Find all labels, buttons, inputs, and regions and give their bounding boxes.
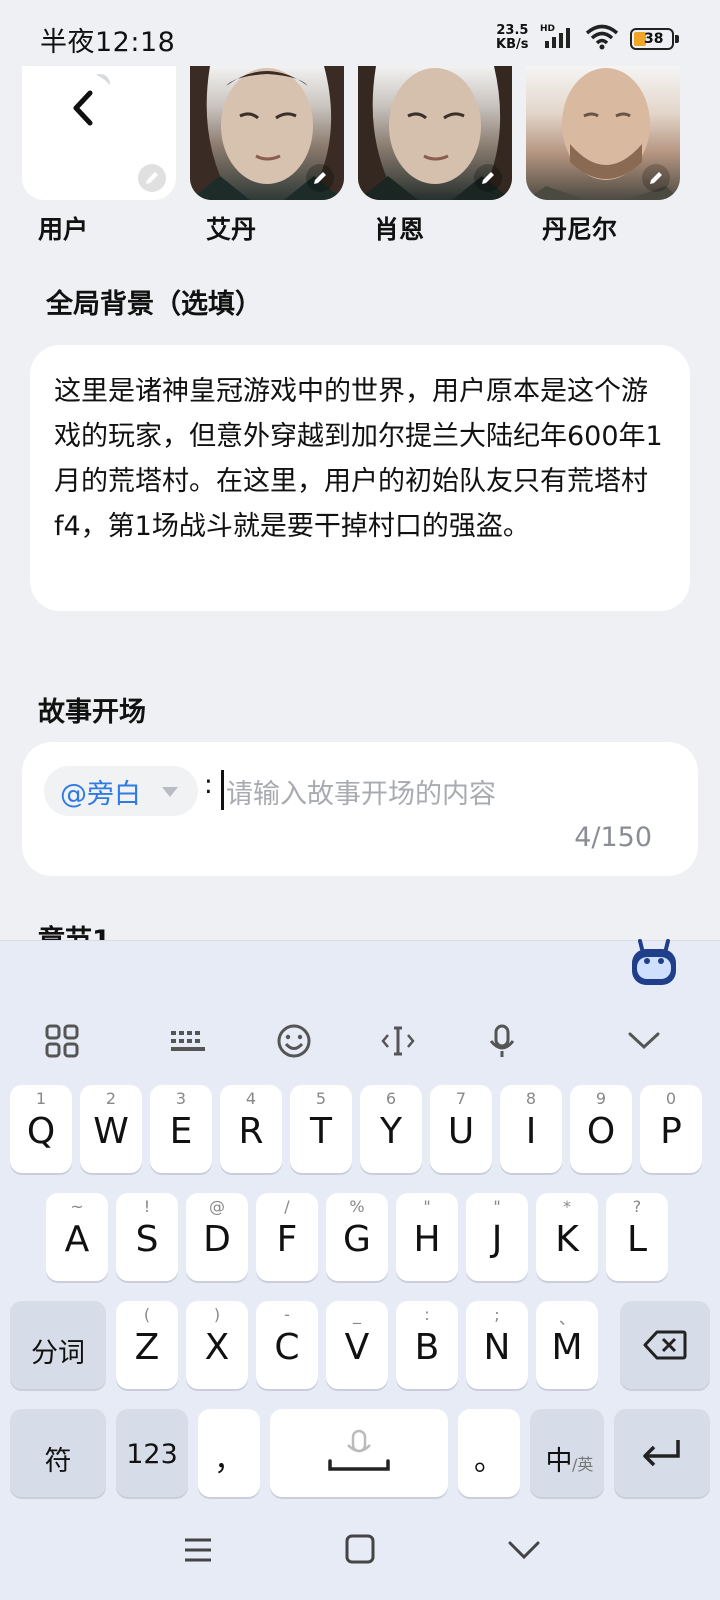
cursor-move-icon[interactable] — [370, 1013, 426, 1069]
edit-icon[interactable] — [138, 164, 166, 192]
battery-level: 38 — [644, 31, 664, 47]
character-name: 艾丹 — [206, 215, 257, 244]
key-q[interactable]: 1Q — [10, 1085, 72, 1173]
story-opening-input[interactable]: @旁白 : 请输入故事开场的内容 4/150 — [22, 742, 698, 876]
key-r[interactable]: 4R — [220, 1085, 282, 1173]
key-f[interactable]: / F — [256, 1193, 318, 1281]
key-h[interactable]: " H — [396, 1193, 458, 1281]
battery-icon: 38 — [630, 28, 679, 50]
key-c[interactable]: -C — [256, 1301, 318, 1389]
background-textarea[interactable]: 这里是诸神皇冠游戏中的世界，用户原本是这个游戏的玩家，但意外穿越到加尔提兰大陆纪… — [30, 345, 690, 611]
keyboard-toolbar — [0, 1001, 720, 1081]
key-w[interactable]: 2W — [80, 1085, 142, 1173]
signal-icon — [545, 28, 570, 48]
back-nav-icon[interactable] — [508, 1540, 540, 1560]
key-k[interactable]: * K — [536, 1193, 598, 1281]
key-a[interactable]: ~ A — [46, 1193, 108, 1281]
caret-down-icon — [162, 787, 178, 797]
key-d[interactable]: @ D — [186, 1193, 248, 1281]
character-list: 用户 艾丹 肖恩 丹尼尔 — [22, 66, 702, 246]
soft-keyboard: 1Q 2W 3E 4R 5T 6Y 7U 8I 9O 0P ~ A ! S @ D /… — [0, 939, 720, 1600]
key-b[interactable]: :B — [396, 1301, 458, 1389]
key-z[interactable]: (Z — [116, 1301, 178, 1389]
speaker-colon: : — [204, 770, 213, 800]
back-button[interactable] — [46, 72, 118, 144]
microphone-icon[interactable] — [474, 1013, 530, 1069]
story-placeholder: 请输入故事开场的内容 — [226, 779, 496, 810]
symbol-key[interactable]: 符 — [10, 1409, 106, 1497]
backspace-key[interactable] — [620, 1301, 710, 1389]
key-s[interactable]: ! S — [116, 1193, 178, 1281]
avatar — [526, 66, 680, 200]
menu-icon[interactable] — [183, 1537, 213, 1563]
system-nav-bar — [0, 1512, 720, 1600]
key-x[interactable]: ) X — [186, 1301, 248, 1389]
speaker-selector[interactable]: @旁白 — [44, 766, 198, 816]
speaker-label: @旁白 — [60, 779, 141, 810]
keyboard-layout-icon[interactable] — [160, 1013, 216, 1069]
avatar — [190, 66, 344, 200]
enter-icon — [643, 1440, 680, 1467]
period-key[interactable]: 。 — [458, 1409, 520, 1497]
key-e[interactable]: 3E — [150, 1085, 212, 1173]
emoji-icon[interactable] — [266, 1013, 322, 1069]
language-switch-key[interactable]: 中 /英 — [530, 1409, 604, 1497]
story-title: 故事开场 — [38, 697, 146, 728]
key-j[interactable]: " J — [466, 1193, 528, 1281]
edit-icon[interactable] — [474, 164, 502, 192]
number-key[interactable]: 123 — [116, 1409, 188, 1497]
apps-grid-icon[interactable] — [34, 1013, 90, 1069]
edit-icon[interactable] — [642, 164, 670, 192]
comma-key[interactable]: ， — [198, 1409, 260, 1497]
key-v[interactable]: _ V — [326, 1301, 388, 1389]
key-o[interactable]: 9O — [570, 1085, 632, 1173]
char-counter: 4/150 — [574, 822, 652, 853]
character-card-sean[interactable]: 肖恩 — [358, 66, 512, 244]
avatar — [358, 66, 512, 200]
assistant-mascot-icon[interactable] — [628, 939, 680, 989]
network-speed: 23.5 KB/s — [496, 23, 529, 52]
character-card-user[interactable]: 用户 — [22, 66, 176, 244]
key-g[interactable]: % G — [326, 1193, 388, 1281]
background-text: 这里是诸神皇冠游戏中的世界，用户原本是这个游戏的玩家，但意外穿越到加尔提兰大陆纪… — [54, 376, 663, 542]
key-t[interactable]: 5T — [290, 1085, 352, 1173]
character-card-daniel[interactable]: 丹尼尔 — [526, 66, 680, 244]
key-y[interactable]: 6Y — [360, 1085, 422, 1173]
character-name: 肖恩 — [374, 215, 425, 244]
character-name: 用户 — [38, 215, 89, 244]
chevron-left-icon — [73, 90, 93, 126]
key-p[interactable]: 0P — [640, 1085, 702, 1173]
text-cursor — [221, 770, 224, 810]
space-key[interactable] — [270, 1409, 448, 1497]
edit-icon[interactable] — [306, 164, 334, 192]
key-n[interactable]: ; N — [466, 1301, 528, 1389]
key-l[interactable]: ? L — [606, 1193, 668, 1281]
wifi-icon — [585, 24, 619, 50]
enter-key[interactable] — [614, 1409, 710, 1497]
background-title: 全局背景（选填） — [46, 289, 262, 320]
clock: 半夜12:18 — [40, 27, 176, 58]
segment-key[interactable]: 分词 — [10, 1301, 106, 1389]
space-mic-icon — [328, 1429, 390, 1471]
character-name: 丹尼尔 — [542, 215, 618, 244]
collapse-keyboard-icon[interactable] — [616, 1013, 672, 1069]
key-i[interactable]: 8I — [500, 1085, 562, 1173]
chapter-heading: 章节1 — [38, 918, 111, 940]
key-m[interactable]: 、 M — [536, 1301, 598, 1389]
backspace-icon — [643, 1330, 687, 1360]
key-u[interactable]: 7U — [430, 1085, 492, 1173]
character-card-aidan[interactable]: 艾丹 — [190, 66, 344, 244]
home-icon[interactable] — [345, 1534, 375, 1564]
